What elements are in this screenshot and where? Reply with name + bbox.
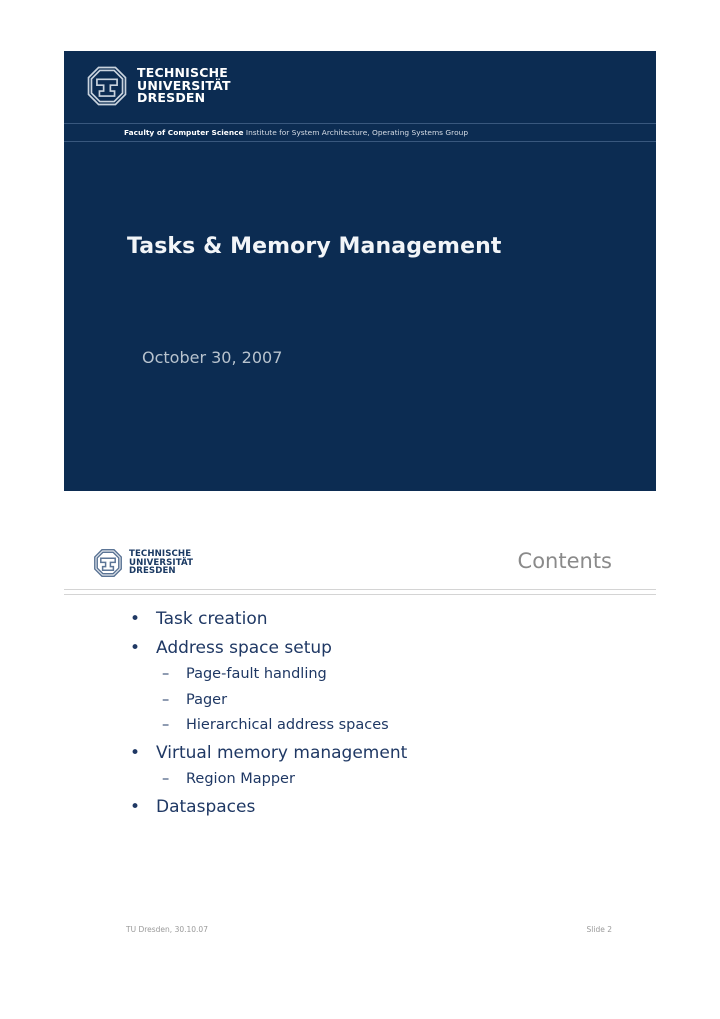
list-item: • Virtual memory management [64,739,656,768]
list-item: – Pager [64,688,656,714]
list-item: – Page-fault handling [64,662,656,688]
footer-source: TU Dresden, 30.10.07 [126,925,208,934]
faculty-bar: Faculty of Computer Science Institute fo… [64,123,656,142]
faculty-name: Faculty of Computer Science [124,128,244,137]
bullet-icon: • [130,637,141,658]
list-item: • Dataspaces [64,793,656,822]
tu-dresden-octagon-logo [94,549,122,577]
list-item-label: Dataspaces [156,796,256,817]
header-divider-top [64,589,656,590]
logo-line-dresden: DRESDEN [137,90,206,106]
dash-icon: – [162,691,170,708]
tu-dresden-logo-light: TECHNISCHE UNIVERSITÄT DRESDEN [86,65,231,107]
contents-slide: TECHNISCHE UNIVERSITÄT DRESDEN Contents … [64,535,656,960]
dash-icon: – [162,666,170,682]
slide-title-contents: Contents [517,549,612,573]
faculty-bar-text: Faculty of Computer Science Institute fo… [124,128,468,137]
tu-dresden-octagon-logo [87,66,127,106]
list-item: • Task creation [64,605,656,634]
list-item: – Region Mapper [64,767,656,793]
institute-name: Institute for System Architecture, Opera… [243,128,469,137]
tu-dresden-logo-dark: TECHNISCHE UNIVERSITÄT DRESDEN [93,548,193,578]
slide-header: TECHNISCHE UNIVERSITÄT DRESDEN Contents [64,535,656,589]
outline-level-2: – Page-fault handling – Pager – Hierarch… [64,662,656,739]
page-title: Tasks & Memory Management [127,233,502,259]
outline-level-2: – Region Mapper [64,767,656,793]
list-item-label: Virtual memory management [156,742,408,763]
list-item-label: Task creation [156,609,268,629]
slide-footer: TU Dresden, 30.10.07 Slide 2 [64,925,656,945]
list-item-label: Page-fault handling [186,666,327,682]
dash-icon: – [162,717,170,733]
bullet-icon: • [130,796,141,817]
header-divider-bottom [64,594,656,595]
bullet-icon: • [130,609,141,629]
slide-number: Slide 2 [586,925,612,934]
outline-level-1: • Task creation • Address space setup – … [64,605,656,821]
presentation-date: October 30, 2007 [142,348,283,367]
list-item: – Hierarchical address spaces [64,713,656,739]
list-item-label: Region Mapper [186,771,295,787]
list-item-label: Pager [186,691,228,708]
contents-list: • Task creation • Address space setup – … [64,605,656,821]
dash-icon: – [162,771,170,787]
list-item-label: Hierarchical address spaces [186,717,389,733]
logo-line-dresden: DRESDEN [129,566,176,577]
list-item: • Address space setup [64,634,656,663]
bullet-icon: • [130,742,141,763]
list-item-label: Address space setup [156,637,332,658]
title-slide: TECHNISCHE UNIVERSITÄT DRESDEN Faculty o… [64,51,656,491]
